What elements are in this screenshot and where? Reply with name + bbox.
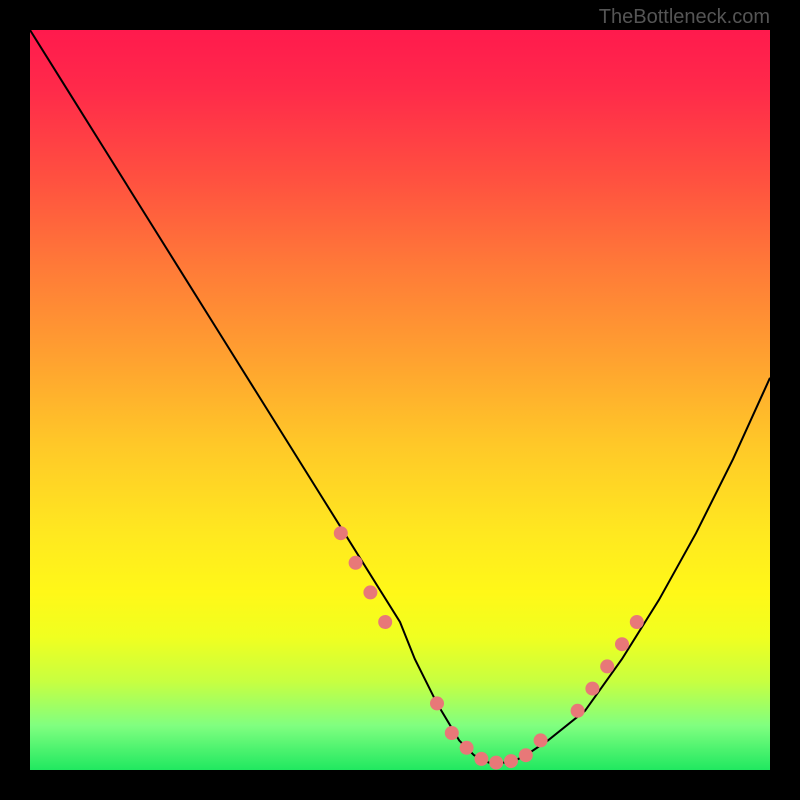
curve-line <box>30 30 770 763</box>
marker-point <box>585 682 599 696</box>
chart-container: TheBottleneck.com <box>0 0 800 800</box>
bottleneck-curve <box>30 30 770 770</box>
marker-point <box>630 615 644 629</box>
plot-area <box>30 30 770 770</box>
marker-point <box>534 733 548 747</box>
marker-point <box>445 726 459 740</box>
marker-point <box>430 696 444 710</box>
marker-point <box>363 585 377 599</box>
marker-point <box>378 615 392 629</box>
marker-point <box>334 526 348 540</box>
watermark-text: TheBottleneck.com <box>599 6 770 29</box>
marker-point <box>460 741 474 755</box>
marker-point <box>349 556 363 570</box>
marker-point <box>571 704 585 718</box>
marker-point <box>615 637 629 651</box>
marker-point <box>474 752 488 766</box>
marker-point <box>519 748 533 762</box>
marker-point <box>504 754 518 768</box>
marker-point <box>600 659 614 673</box>
marker-point <box>489 756 503 770</box>
